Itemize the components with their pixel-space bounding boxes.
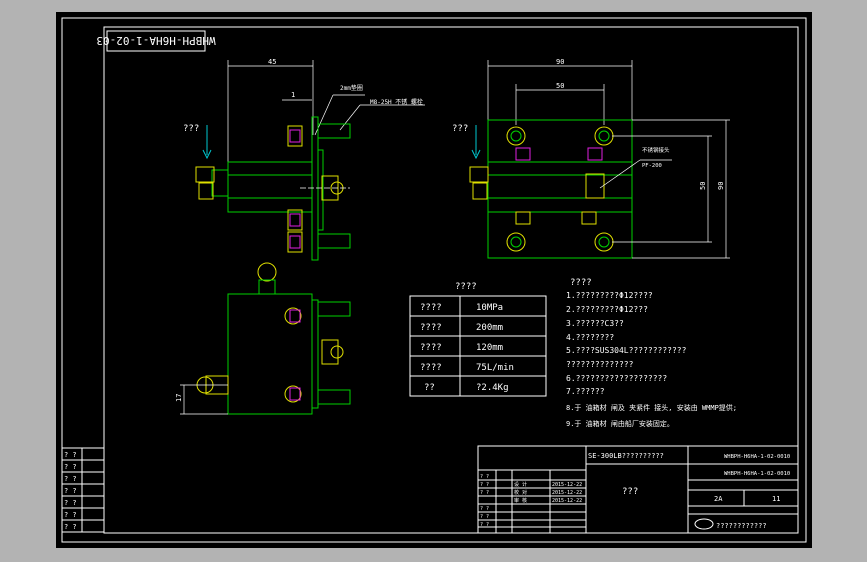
svg-text:120mm: 120mm bbox=[476, 343, 503, 353]
svg-text:10MPa: 10MPa bbox=[476, 303, 503, 313]
svg-text:????: ???? bbox=[420, 363, 442, 373]
svg-text:????: ???? bbox=[420, 323, 442, 333]
svg-text:? ?: ? ? bbox=[480, 506, 489, 512]
svg-text:审 核: 审 核 bbox=[514, 497, 527, 504]
svg-text:? ?: ? ? bbox=[64, 511, 77, 519]
svg-text:???: ??? bbox=[183, 124, 199, 134]
svg-text:?2.4Kg: ?2.4Kg bbox=[476, 383, 509, 393]
svg-text:? ?: ? ? bbox=[64, 475, 77, 483]
svg-text:5.????SUS304L????????????: 5.????SUS304L???????????? bbox=[566, 346, 687, 355]
svg-text:? ?: ? ? bbox=[64, 451, 77, 459]
svg-text:??????????????: ?????????????? bbox=[566, 360, 634, 369]
svg-text:? ?: ? ? bbox=[480, 474, 489, 480]
svg-text:PF-200: PF-200 bbox=[642, 163, 662, 169]
svg-text:????: ???? bbox=[455, 282, 477, 292]
svg-text:45: 45 bbox=[268, 58, 276, 66]
svg-text:8.于 油箱材 闸及 夹紧件 接头, 安装由 WMMP提供;: 8.于 油箱材 闸及 夹紧件 接头, 安装由 WMMP提供; bbox=[566, 403, 737, 412]
svg-text:????????????: ???????????? bbox=[716, 522, 767, 530]
svg-text:2015-12-22: 2015-12-22 bbox=[552, 498, 582, 504]
svg-text:不锈钢接头: 不锈钢接头 bbox=[642, 146, 670, 154]
svg-text:设 计: 设 计 bbox=[514, 481, 527, 488]
svg-text:3.??????C3??: 3.??????C3?? bbox=[566, 319, 624, 328]
svg-text:75L/min: 75L/min bbox=[476, 363, 514, 373]
svg-text:? ?: ? ? bbox=[64, 499, 77, 507]
svg-text:7.??????: 7.?????? bbox=[566, 387, 605, 396]
svg-text:50: 50 bbox=[699, 182, 707, 190]
drawing-sheet bbox=[56, 12, 812, 548]
svg-text:????: ???? bbox=[420, 343, 442, 353]
svg-text:SE-300LB??????????: SE-300LB?????????? bbox=[588, 452, 664, 460]
svg-text:90: 90 bbox=[717, 182, 725, 190]
svg-text:???: ??? bbox=[622, 487, 638, 497]
svg-text:2015-12-22: 2015-12-22 bbox=[552, 490, 582, 496]
svg-text:1.?????????Φ12????: 1.?????????Φ12???? bbox=[566, 291, 653, 300]
svg-text:4.????????: 4.???????? bbox=[566, 333, 614, 342]
svg-text:? ?: ? ? bbox=[64, 523, 77, 531]
svg-text:????: ???? bbox=[570, 278, 592, 288]
svg-text:2.?????????Φ12???: 2.?????????Φ12??? bbox=[566, 305, 648, 314]
svg-text:? ?: ? ? bbox=[480, 522, 489, 528]
svg-text:50: 50 bbox=[556, 82, 564, 90]
svg-text:? ?: ? ? bbox=[480, 482, 489, 488]
svg-text:2A: 2A bbox=[714, 495, 723, 503]
svg-text:90: 90 bbox=[556, 58, 564, 66]
svg-text:??: ?? bbox=[424, 383, 435, 393]
svg-text:11: 11 bbox=[772, 495, 780, 503]
svg-text:WHBPH-H6HA-1-02-0010: WHBPH-H6HA-1-02-0010 bbox=[724, 471, 790, 477]
svg-text:1: 1 bbox=[291, 91, 295, 99]
svg-text:M8-25H 不锈 螺栓: M8-25H 不锈 螺栓 bbox=[370, 98, 423, 106]
svg-text:WHBPH-H6HA-1-02-03: WHBPH-H6HA-1-02-03 bbox=[96, 34, 215, 47]
svg-text:WHBPH-H6HA-1-02-0010: WHBPH-H6HA-1-02-0010 bbox=[724, 454, 790, 460]
svg-text:? ?: ? ? bbox=[480, 490, 489, 496]
svg-text:17: 17 bbox=[175, 394, 183, 402]
cad-drawing-canvas: WHBPH-H6HA-1-02-03 45 1 2mm垫圈 M8-25H 不锈 … bbox=[56, 12, 812, 548]
svg-text:校 对: 校 对 bbox=[514, 489, 527, 496]
svg-text:? ?: ? ? bbox=[64, 487, 77, 495]
svg-text:2mm垫圈: 2mm垫圈 bbox=[340, 84, 363, 92]
svg-text:6.???????????????????: 6.??????????????????? bbox=[566, 374, 667, 383]
svg-text:2015-12-22: 2015-12-22 bbox=[552, 482, 582, 488]
svg-text:????: ???? bbox=[420, 303, 442, 313]
svg-text:? ?: ? ? bbox=[480, 514, 489, 520]
svg-text:9.于 油箱材 闸由船厂安装固定。: 9.于 油箱材 闸由船厂安装固定。 bbox=[566, 419, 674, 428]
svg-text:? ?: ? ? bbox=[64, 463, 77, 471]
svg-text:200mm: 200mm bbox=[476, 323, 503, 333]
svg-text:???: ??? bbox=[452, 124, 468, 134]
